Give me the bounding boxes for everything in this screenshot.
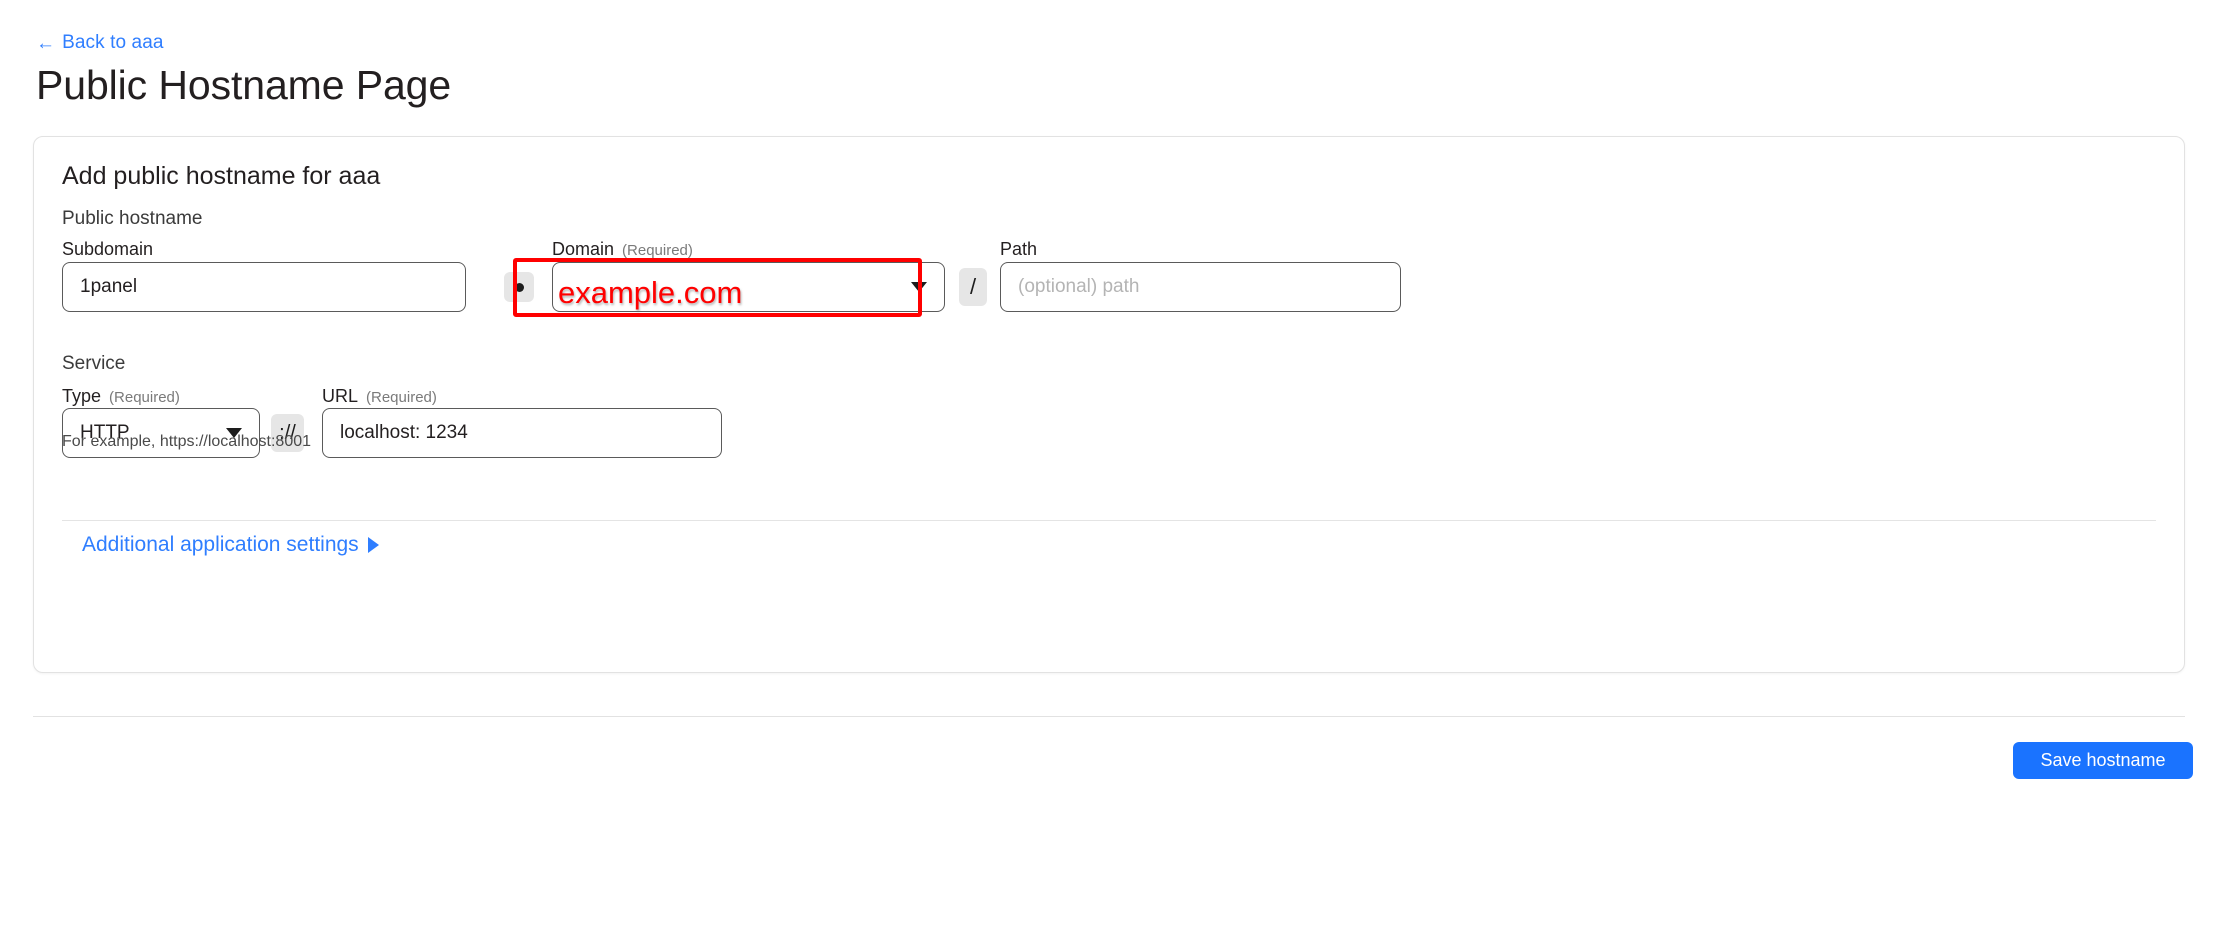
type-required-tag: (Required) (109, 389, 180, 406)
path-label-text: Path (1000, 239, 1038, 259)
dot-icon (514, 282, 524, 292)
path-label: Path (1000, 239, 1037, 260)
save-hostname-button[interactable]: Save hostname (2013, 742, 2193, 779)
slash-separator: / (959, 268, 987, 306)
url-required-tag: (Required) (366, 389, 437, 406)
domain-label: Domain (Required) (552, 239, 693, 260)
footer-divider (33, 716, 2185, 717)
path-input[interactable] (1000, 262, 1401, 312)
type-label: Type (Required) (62, 386, 180, 407)
triangle-right-icon (367, 537, 379, 553)
domain-required-tag: (Required) (622, 242, 693, 259)
type-label-text: Type (62, 386, 102, 406)
public-hostname-section-label: Public hostname (62, 208, 203, 229)
domain-label-text: Domain (552, 239, 615, 259)
url-label-text: URL (322, 386, 359, 406)
additional-settings-label: Additional application settings (82, 533, 359, 556)
card-divider (62, 520, 2156, 521)
page-title: Public Hostname Page (36, 62, 452, 108)
url-helper-text: For example, https://localhost:8001 (62, 433, 312, 450)
add-hostname-card: Add public hostname for aaa Public hostn… (33, 136, 2185, 673)
arrow-left-icon: ← (36, 32, 56, 54)
back-link-label: Back to aaa (62, 32, 164, 53)
service-section-label: Service (62, 353, 126, 374)
back-to-aaa-link[interactable]: ← Back to aaa (36, 32, 164, 54)
subdomain-label: Subdomain (62, 239, 153, 260)
subdomain-label-text: Subdomain (62, 239, 154, 259)
dot-separator (504, 272, 534, 302)
url-input[interactable] (322, 408, 722, 458)
chevron-down-icon (911, 282, 927, 292)
domain-select[interactable] (552, 262, 945, 312)
card-title: Add public hostname for aaa (62, 162, 381, 190)
slash-label: / (969, 274, 977, 299)
domain-select-value (570, 276, 903, 298)
additional-application-settings-link[interactable]: Additional application settings (82, 533, 379, 557)
public-hostname-page: ← Back to aaa Public Hostname Page Add p… (0, 0, 2217, 929)
subdomain-input[interactable] (62, 262, 466, 312)
url-label: URL (Required) (322, 386, 437, 407)
